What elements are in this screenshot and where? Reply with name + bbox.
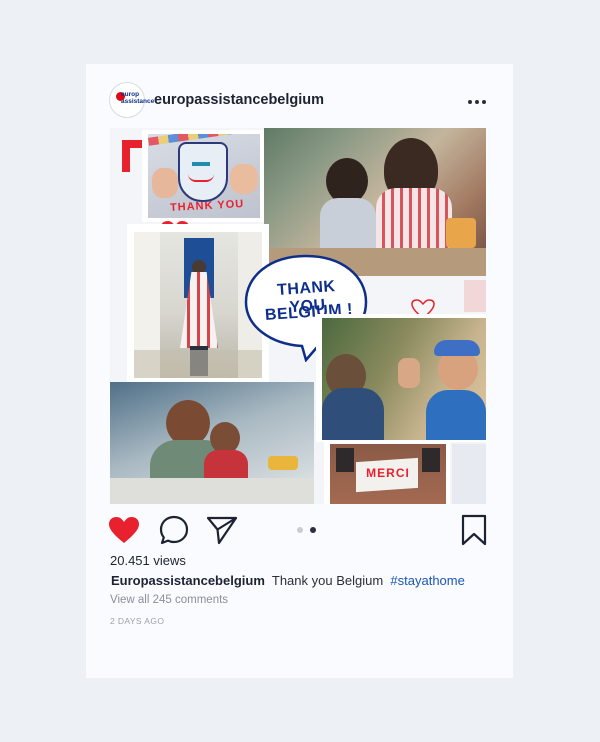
caption: Europassistancebelgium Thank you Belgium… xyxy=(111,573,465,588)
carousel-dot-inactive[interactable] xyxy=(297,527,303,533)
banner-text: MERCI xyxy=(366,466,410,480)
photo-child-drawing: THANK YOU xyxy=(148,134,260,218)
post-timestamp: 2 DAYS AGO xyxy=(110,616,165,626)
comment-icon[interactable] xyxy=(159,515,189,545)
views-count: 20.451 views xyxy=(110,553,186,568)
caption-username[interactable]: Europassistancebelgium xyxy=(111,573,265,588)
carousel-dot-active[interactable] xyxy=(310,527,316,533)
more-options-icon[interactable] xyxy=(468,92,492,112)
post-image-collage[interactable]: THANK YOU THANK YOU BELGIUM ! MERCI xyxy=(110,128,486,504)
post-username[interactable]: europassistancebelgium xyxy=(154,92,324,108)
caption-text: Thank you Belgium xyxy=(271,573,384,588)
avatar[interactable]: europ assistance xyxy=(109,82,154,118)
post-card: europ assistance europassistancebelgium … xyxy=(86,64,513,678)
heart-icon[interactable] xyxy=(108,516,140,544)
caption-hashtag[interactable]: #stayathome xyxy=(390,573,464,588)
view-comments-link[interactable]: View all 245 comments xyxy=(110,594,228,606)
photo-merci-banner: MERCI xyxy=(330,444,446,504)
photo-mother-child-drawing xyxy=(110,382,314,504)
send-icon[interactable] xyxy=(206,515,238,545)
post-header: europ assistance europassistancebelgium xyxy=(86,64,513,128)
photo-high-five xyxy=(322,318,486,440)
avatar-logo-text: europ assistance xyxy=(121,91,155,105)
drawing-text: THANK YOU xyxy=(169,198,245,214)
bookmark-icon[interactable] xyxy=(461,514,487,546)
red-corner-accent xyxy=(122,140,130,172)
